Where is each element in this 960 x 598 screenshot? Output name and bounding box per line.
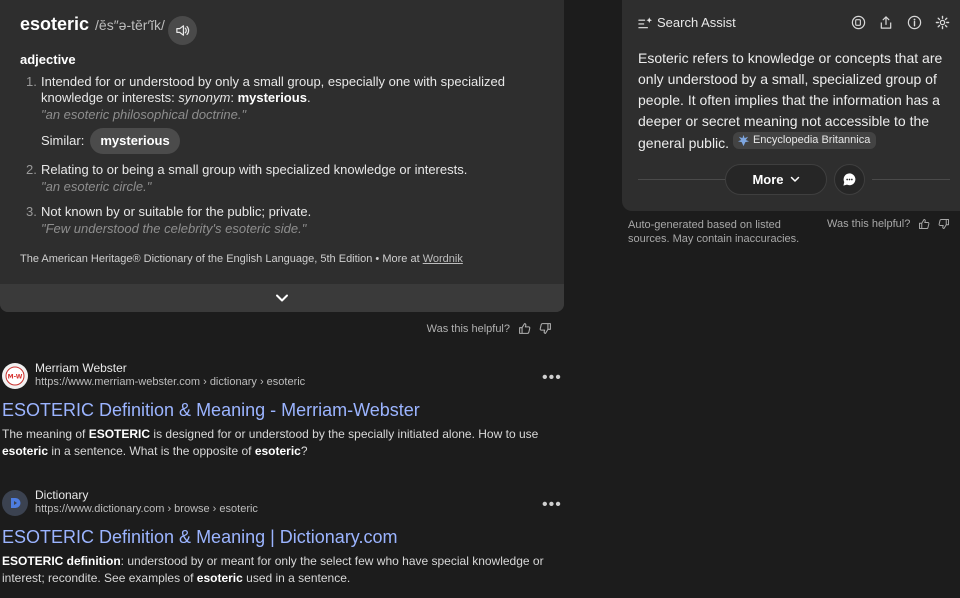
- helpful-label: Was this helpful?: [827, 218, 911, 230]
- sparkle-icon: [638, 16, 653, 30]
- definition-example: "an esoteric philosophical doctrine.": [41, 107, 247, 122]
- assist-header: Search Assist: [638, 15, 736, 30]
- expand-definitions-button[interactable]: [0, 284, 564, 312]
- snippet-text: used in a sentence.: [242, 571, 351, 585]
- thumbs-down-icon[interactable]: [938, 218, 950, 230]
- chat-button[interactable]: [834, 164, 865, 195]
- snippet-text: in a sentence. What is the opposite of: [48, 444, 255, 458]
- chat-icon: [842, 172, 857, 187]
- source-text: The American Heritage® Dictionary of the…: [20, 253, 423, 265]
- more-options-icon[interactable]: •••: [542, 496, 562, 514]
- more-options-icon[interactable]: •••: [542, 369, 562, 387]
- pronounce-button[interactable]: [168, 16, 197, 45]
- result-snippet: The meaning of ESOTERIC is designed for …: [2, 426, 557, 460]
- snippet-text: is designed for or understood by the spe…: [150, 427, 539, 441]
- info-icon[interactable]: [906, 14, 922, 30]
- snippet-highlight: ESOTERIC definition: [2, 554, 121, 568]
- similar-row: Similar: mysterious: [41, 128, 540, 154]
- divider: [638, 179, 726, 180]
- result-title-link[interactable]: ESOTERIC Definition & Meaning - Merriam-…: [2, 400, 420, 421]
- definition-text: Intended for or understood by only a sma…: [41, 74, 540, 106]
- more-button[interactable]: More: [725, 164, 827, 195]
- snippet-highlight: esoteric: [2, 444, 49, 458]
- copy-icon[interactable]: [850, 14, 866, 30]
- definition-text: Relating to or being a small group with …: [41, 162, 468, 177]
- site-name: Dictionary: [35, 488, 89, 502]
- result-url: https://www.merriam-webster.com › dictio…: [35, 376, 306, 388]
- chevron-down-icon: [275, 293, 289, 303]
- dictionary-card: esoteric /ĕs″ə-tĕr′ĭk/ adjective 1. Inte…: [0, 0, 564, 312]
- assist-title: Search Assist: [657, 15, 736, 30]
- britannica-logo-icon: [737, 134, 750, 147]
- assist-answer: Esoteric refers to knowledge or concepts…: [638, 48, 954, 154]
- definition-text: Not known by or suitable for the public;…: [41, 204, 312, 219]
- headword: esoteric: [20, 14, 90, 34]
- synonym-separator: :: [230, 90, 238, 105]
- similar-chip[interactable]: mysterious: [90, 128, 180, 154]
- citation-label: Encyclopedia Britannica: [752, 134, 871, 146]
- search-assist-panel: Search Assist Esoteric refers to knowled…: [622, 0, 960, 211]
- definition-item: 2. Relating to or being a small group wi…: [20, 162, 540, 195]
- helpful-label: Was this helpful?: [426, 322, 510, 335]
- snippet-highlight: esoteric: [254, 444, 301, 458]
- definition-item: 3. Not known by or suitable for the publ…: [20, 204, 540, 237]
- favicon-lettering: M-W: [8, 374, 23, 381]
- definition-end: .: [306, 90, 311, 105]
- definition-number: 2.: [26, 162, 37, 177]
- dictionary-source: The American Heritage® Dictionary of the…: [20, 253, 463, 265]
- site-favicon: [2, 490, 28, 516]
- site-favicon: M-W: [2, 363, 28, 389]
- gear-icon[interactable]: [934, 14, 950, 30]
- dictionary-feedback: Was this helpful?: [427, 322, 552, 335]
- thumbs-up-icon[interactable]: [918, 218, 930, 230]
- site-name: Merriam Webster: [35, 361, 127, 375]
- definition-item: 1. Intended for or understood by only a …: [20, 74, 540, 154]
- part-of-speech: adjective: [20, 52, 76, 67]
- result-url: https://www.dictionary.com › browse › es…: [35, 503, 258, 515]
- definition-number: 3.: [26, 204, 37, 219]
- speaker-icon: [175, 23, 190, 38]
- synonym-label: synonym: [178, 90, 231, 105]
- definition-number: 1.: [26, 74, 37, 89]
- result-title-link[interactable]: ESOTERIC Definition & Meaning | Dictiona…: [2, 527, 397, 548]
- dictionary-header: esoteric /ĕs″ə-tĕr′ĭk/: [20, 14, 165, 35]
- thumbs-down-icon[interactable]: [539, 322, 552, 335]
- assist-toolbar: [838, 14, 950, 30]
- snippet-highlight: ESOTERIC: [88, 427, 151, 441]
- snippet-highlight: esoteric: [196, 571, 243, 585]
- snippet-text: ?: [300, 444, 308, 458]
- citation-chip[interactable]: Encyclopedia Britannica: [732, 132, 877, 149]
- similar-label: Similar:: [41, 133, 85, 148]
- assist-disclaimer: Auto-generated based on listed sources. …: [628, 219, 800, 245]
- wordnik-link[interactable]: Wordnik: [423, 253, 463, 265]
- pronunciation: /ĕs″ə-tĕr′ĭk/: [95, 16, 165, 33]
- assist-feedback: Was this helpful?: [827, 218, 950, 230]
- definition-example: "an esoteric circle.": [41, 179, 152, 194]
- snippet-text: The meaning of: [2, 427, 89, 441]
- divider: [872, 179, 950, 180]
- synonym-word: mysterious: [237, 90, 307, 105]
- thumbs-up-icon[interactable]: [518, 322, 531, 335]
- share-icon[interactable]: [878, 14, 894, 30]
- result-snippet: ESOTERIC definition: understood by or me…: [2, 553, 557, 587]
- definition-example: "Few understood the celebrity's esoteric…: [41, 221, 307, 236]
- more-label: More: [752, 172, 784, 187]
- result-header[interactable]: Dictionary https://www.dictionary.com › …: [0, 488, 564, 518]
- search-result: M-W Merriam Webster https://www.merriam-…: [0, 361, 564, 458]
- result-header[interactable]: M-W Merriam Webster https://www.merriam-…: [0, 361, 564, 391]
- search-result: Dictionary https://www.dictionary.com › …: [0, 488, 564, 585]
- chevron-down-icon: [790, 176, 800, 183]
